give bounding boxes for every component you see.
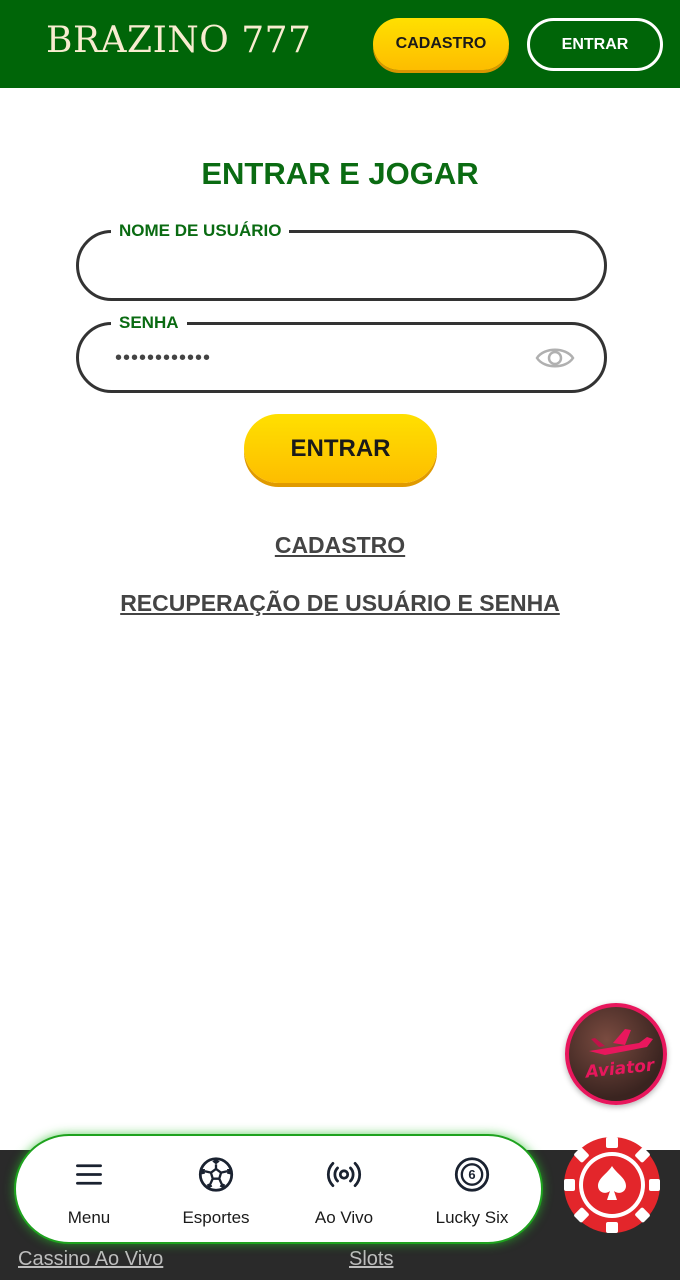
eye-icon[interactable] [535, 343, 575, 373]
username-label: NOME DE USUÁRIO [111, 221, 290, 241]
password-field[interactable]: SENHA •••••••••••• [76, 313, 607, 393]
lucky-six-badge: 6 [468, 1167, 475, 1182]
login-submit-button[interactable]: ENTRAR [244, 414, 437, 483]
brand-logo[interactable]: BRAZINO 777 [46, 20, 311, 61]
soccer-ball-icon [198, 1157, 234, 1192]
login-title: ENTRAR E JOGAR [201, 156, 479, 191]
nav-item-menu[interactable]: Menu [34, 1156, 144, 1228]
lucky-six-ball-icon: 6 [454, 1157, 490, 1192]
footer-link-slots[interactable]: Slots [349, 1248, 393, 1271]
recovery-link[interactable]: RECUPERAÇÃO DE USUÁRIO E SENHA [0, 590, 680, 617]
nav-item-ao-vivo[interactable]: Ao Vivo [289, 1156, 399, 1228]
password-value: •••••••••••• [115, 347, 212, 369]
nav-label-esportes: Esportes [182, 1208, 250, 1227]
live-broadcast-icon [326, 1162, 362, 1187]
footer-link-cassino[interactable]: Cassino Ao Vivo [18, 1248, 163, 1271]
app-root: BRAZINO 777 CADASTRO ENTRAR ENTRAR E JOG… [0, 0, 680, 1280]
entrar-button[interactable]: ENTRAR [527, 18, 663, 71]
bottom-nav: Menu Esportes Ao Vivo 6 Lucky Six [14, 1134, 543, 1244]
nav-item-esportes[interactable]: Esportes [161, 1156, 271, 1228]
aviator-promo-button[interactable]: Aviator [565, 1003, 667, 1105]
hamburger-icon [76, 1164, 102, 1185]
nav-label-ao-vivo: Ao Vivo [314, 1208, 374, 1227]
casino-chip-icon[interactable] [563, 1136, 661, 1234]
username-field[interactable]: NOME DE USUÁRIO [76, 221, 607, 301]
cadastro-button[interactable]: CADASTRO [373, 18, 509, 70]
cadastro-link[interactable]: CADASTRO [0, 532, 680, 559]
top-header: BRAZINO 777 CADASTRO ENTRAR [0, 0, 680, 88]
password-label: SENHA [111, 313, 187, 333]
nav-label-lucky-six: Lucky Six [435, 1208, 509, 1227]
nav-item-lucky-six[interactable]: 6 Lucky Six [417, 1156, 527, 1228]
nav-label-menu: Menu [67, 1208, 111, 1227]
